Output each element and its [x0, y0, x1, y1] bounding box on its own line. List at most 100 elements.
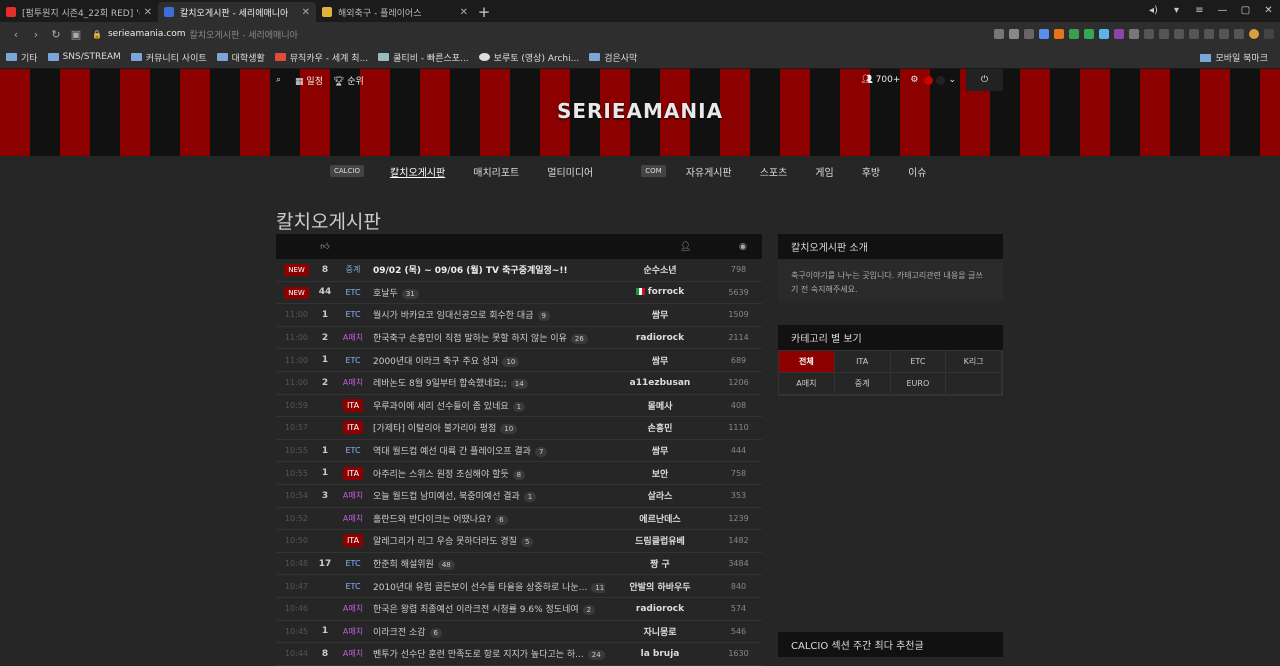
extension-icon[interactable]: [1174, 29, 1184, 39]
post-title-cell[interactable]: 역대 월드컵 예선 대륙 간 플레이오프 결과 7: [373, 444, 605, 458]
menu-icon[interactable]: [1144, 29, 1154, 39]
post-category[interactable]: ITA: [342, 398, 364, 412]
category-amatch[interactable]: A매치: [779, 373, 835, 395]
post-title[interactable]: 한국축구 손흥민이 직접 말하는 못할 하지 않는 이유: [373, 334, 567, 344]
menu-issue[interactable]: 이슈: [908, 164, 926, 179]
address-bar[interactable]: 🔒 serieamania.com 칼치오게시판 - 세리에매니아: [92, 25, 994, 43]
menu-match-report[interactable]: 매치리포트: [473, 164, 519, 179]
post-category[interactable]: ETC: [345, 356, 360, 365]
mobile-bookmarks[interactable]: 모바일 북마크: [1200, 46, 1268, 69]
post-title[interactable]: 09/02 (목) ~ 09/06 (월) TV 축구중계일정~!!: [373, 266, 568, 276]
post-category[interactable]: A매치: [343, 333, 363, 342]
post-title-cell[interactable]: 2010년대 유럽 골든보이 선수들 타율을 상중하로 나눈... 11: [373, 580, 605, 593]
post-author[interactable]: radiorock: [605, 333, 715, 343]
close-icon[interactable]: ✕: [460, 7, 468, 18]
post-title-cell[interactable]: 이라크전 소감 6: [373, 625, 605, 638]
post-title-cell[interactable]: 한준희 해설위원 48: [373, 557, 605, 571]
post-title-cell[interactable]: 레바논도 8월 9일부터 합숙했네요;; 14: [373, 376, 605, 390]
post-title[interactable]: 2010년대 유럽 골든보이 선수들 타율을 상중하로 나눈...: [373, 583, 587, 593]
site-logo[interactable]: SERIEAMANIA: [0, 99, 1280, 123]
post-author[interactable]: 쌈무: [605, 354, 715, 367]
back-icon[interactable]: ‹: [6, 28, 26, 41]
extension-icon[interactable]: [1219, 29, 1229, 39]
close-icon[interactable]: ✕: [144, 7, 152, 18]
maximize-icon[interactable]: ▢: [1234, 5, 1257, 16]
post-title-cell[interactable]: 홀란드와 반다이크는 어땠나요? 6: [373, 512, 605, 525]
category-relay[interactable]: 중계: [834, 373, 891, 395]
post-author[interactable]: 드림클럽유베: [605, 534, 715, 547]
post-category[interactable]: A매치: [343, 627, 363, 636]
table-row[interactable]: 10:47 ETC 2010년대 유럽 골든보이 선수들 타율을 상중하로 나눈..…: [276, 575, 762, 598]
table-row[interactable]: 10:44 8 A매치 벤투가 선수단 훈련 만족도로 항로 지지가 높다고는 하..…: [276, 643, 762, 666]
extension-icon[interactable]: [1204, 29, 1214, 39]
post-category[interactable]: ITA: [342, 466, 364, 480]
post-title[interactable]: [가제타] 이탈리아 불가리아 평점: [373, 424, 496, 434]
table-row[interactable]: 10:59 ITA 우루과이에 세리 선수들이 좀 있네요 1 몰메사 408: [276, 395, 762, 418]
post-title[interactable]: 역대 월드컵 예선 대륙 간 플레이오프 결과: [373, 447, 531, 457]
menu-sports[interactable]: 스포츠: [760, 164, 788, 179]
post-author[interactable]: forrock: [605, 287, 715, 297]
post-title[interactable]: 알레그리가 리그 우승 못하더라도 경질: [373, 537, 517, 547]
rank-link[interactable]: 🏆︎ 순위: [333, 74, 364, 87]
extension-icon[interactable]: [1024, 29, 1034, 39]
users-online[interactable]: 👥︎ 700+: [861, 75, 900, 85]
shield-icon[interactable]: [994, 29, 1004, 39]
post-title[interactable]: 오늘 월드컵 남미예선, 북중미예선 결과: [373, 492, 520, 502]
post-category[interactable]: ETC: [345, 559, 360, 568]
bookmark-item[interactable]: 보루토 (영상) Archi...: [478, 51, 579, 64]
extension-icon[interactable]: [1099, 29, 1109, 39]
post-author[interactable]: 쌈무: [605, 308, 715, 321]
bookmark-item[interactable]: 대학생활: [216, 51, 265, 64]
post-title-cell[interactable]: 2000년대 이라크 축구 주요 성과 10: [373, 354, 605, 367]
post-author[interactable]: 안발의 하바우두: [605, 580, 715, 593]
eye-icon[interactable]: ◉: [739, 242, 747, 252]
menu-calcio-board[interactable]: 칼치오게시판: [390, 164, 445, 179]
bookmark-item[interactable]: 뮤직카우 - 세계 최...: [274, 51, 368, 64]
post-author[interactable]: 쌈무: [605, 444, 715, 457]
bookmark-item[interactable]: SNS/STREAM: [47, 52, 121, 62]
post-category[interactable]: ETC: [345, 446, 360, 455]
star-icon[interactable]: [1009, 29, 1019, 39]
post-title-cell[interactable]: 한국축구 손흥민이 직접 말하는 못할 하지 않는 이유 26: [373, 331, 605, 345]
category-etc[interactable]: ETC: [890, 351, 947, 373]
post-title[interactable]: 이라크전 소감: [373, 628, 426, 638]
download-icon[interactable]: [1159, 29, 1169, 39]
more-icon[interactable]: [1264, 29, 1274, 39]
post-category[interactable]: ITA: [342, 421, 364, 435]
reload-icon[interactable]: ↻: [46, 28, 66, 41]
table-row[interactable]: 11:00 2 A매치 한국축구 손흥민이 직접 말하는 못할 하지 않는 이유 26 r…: [276, 327, 762, 350]
post-title[interactable]: 2000년대 이라크 축구 주요 성과: [373, 357, 498, 367]
table-row[interactable]: 10:46 A매치 한국은 왕렵 최종예선 이라크전 시청률 9.6% 정도네여 2 r…: [276, 598, 762, 621]
browser-tab-players[interactable]: 해외축구 - 플레이어스 ✕: [316, 2, 474, 22]
table-row[interactable]: 10:55 1 ETC 역대 월드컵 예선 대륙 간 플레이오프 결과 7 쌈무 444: [276, 440, 762, 463]
post-author[interactable]: 순수소년: [605, 263, 715, 276]
gear-icon[interactable]: ⚙: [910, 75, 918, 85]
menu-multimedia[interactable]: 멀티미디어: [547, 164, 593, 179]
post-author[interactable]: la bruja: [605, 649, 715, 659]
theme-dark-toggle[interactable]: [936, 75, 946, 85]
post-author[interactable]: 보안: [605, 467, 715, 480]
post-author[interactable]: 살라스: [605, 489, 715, 502]
close-window-icon[interactable]: ✕: [1257, 5, 1280, 16]
post-category[interactable]: A매치: [343, 491, 363, 500]
bookmark-item[interactable]: 기타: [6, 51, 38, 64]
avatar[interactable]: [1249, 29, 1259, 39]
post-title[interactable]: 홀란드와 반다이크는 어땠나요?: [373, 515, 491, 525]
browser-tab-youtube[interactable]: [펌투원지 시즌4_22회 RED] '무스 ✕: [0, 2, 158, 22]
post-title-cell[interactable]: 09/02 (목) ~ 09/06 (월) TV 축구중계일정~!!: [373, 263, 605, 276]
extension-icon[interactable]: [1189, 29, 1199, 39]
post-author[interactable]: 손흥민: [605, 421, 715, 434]
table-row[interactable]: 10:57 ITA [가제타] 이탈리아 불가리아 평점 10 손흥민 1110: [276, 417, 762, 440]
post-title-cell[interactable]: 벤투가 선수단 훈련 만족도로 항로 지지가 높다고는 하... 24: [373, 647, 605, 661]
table-row[interactable]: 10:48 17 ETC 한준희 해설위원 48 짱 구 3484: [276, 553, 762, 576]
post-title[interactable]: 한국은 왕렵 최종예선 이라크전 시청률 9.6% 정도네여: [373, 605, 579, 615]
post-title-cell[interactable]: 알레그리가 리그 우승 못하더라도 경질 5: [373, 534, 605, 548]
post-title-cell[interactable]: 호날두 31: [373, 286, 605, 299]
table-row[interactable]: 11:00 1 ETC 2000년대 이라크 축구 주요 성과 10 쌈무 689: [276, 349, 762, 372]
post-title[interactable]: 한준희 해설위원: [373, 560, 434, 570]
profile-icon[interactable]: ▾: [1165, 5, 1188, 16]
category-all[interactable]: 전체: [779, 351, 835, 373]
post-category[interactable]: A매치: [343, 514, 363, 523]
table-row[interactable]: 11:00 1 ETC 월시가 바카요코 임대신공으로 회수한 대금 9 쌈무 1509: [276, 304, 762, 327]
post-title-cell[interactable]: 오늘 월드컵 남미예선, 북중미예선 결과 1: [373, 489, 605, 503]
